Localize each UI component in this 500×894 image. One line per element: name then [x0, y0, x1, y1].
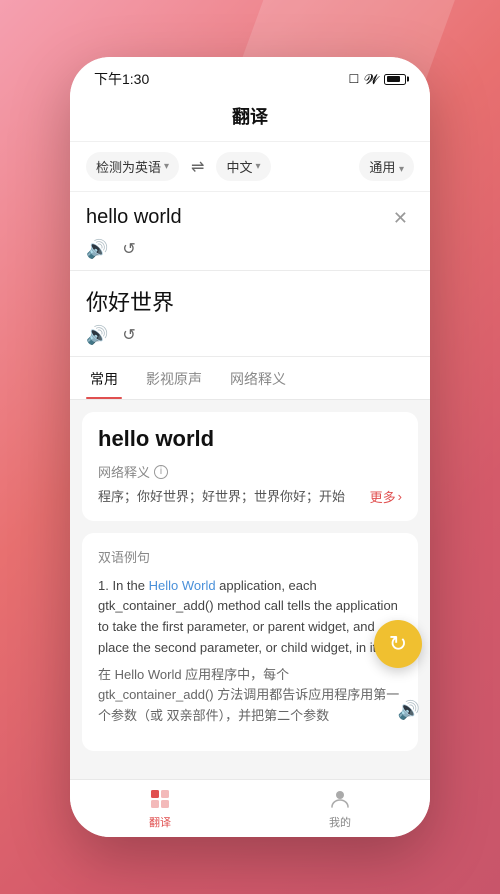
example-number: 1. [98, 578, 112, 593]
example-section: 双语例句 1. In the Hello World application, … [82, 533, 418, 752]
content-area[interactable]: hello world 网络释义 i 程序；你好世界；好世界；世界你好；开始 更… [70, 400, 430, 779]
phone-frame: 下午1:30 ☐ 𝓦 翻译 检测为英语 ▾ ⇌ 中文 ▾ 通 [70, 57, 430, 837]
nav-translate-label: 翻译 [149, 814, 171, 830]
copy-source-icon[interactable]: ↺ [122, 239, 135, 260]
tabs-bar: 常用 影视原声 网络释义 [70, 357, 430, 400]
location-icon: ☐ [349, 72, 360, 86]
chevron-down-icon: ▾ [164, 161, 169, 172]
chevron-right-icon: › [398, 489, 402, 504]
nav-my-label: 我的 [329, 814, 351, 830]
translate-icon [148, 787, 172, 811]
bottom-nav: 翻译 我的 [70, 779, 430, 837]
example-en-text: 1. In the Hello World application, each … [98, 576, 402, 659]
app-title: 翻译 [232, 107, 268, 127]
target-lang-button[interactable]: 中文 ▾ [216, 152, 270, 181]
swap-languages-icon[interactable]: ⇌ [187, 153, 208, 181]
refresh-fab-button[interactable]: ↻ [374, 620, 422, 668]
example-item: 1. In the Hello World application, each … [98, 576, 402, 728]
nav-my[interactable]: 我的 [250, 780, 430, 837]
definition-row: 程序；你好世界；好世界；世界你好；开始 更多 › [98, 487, 402, 507]
input-area: hello world ✕ 🔊 ↺ [70, 192, 430, 271]
language-bar: 检测为英语 ▾ ⇌ 中文 ▾ 通用 ▾ [70, 142, 430, 192]
info-icon[interactable]: i [154, 465, 168, 479]
word-definition-card: hello world 网络释义 i 程序；你好世界；好世界；世界你好；开始 更… [82, 412, 418, 521]
listen-source-icon[interactable]: 🔊 [86, 239, 108, 260]
chevron-down-icon: ▾ [255, 161, 260, 172]
mode-button[interactable]: 通用 ▾ [359, 152, 414, 181]
more-button[interactable]: 更多 › [370, 487, 402, 506]
refresh-icon: ↻ [389, 631, 407, 657]
example-en-highlight: Hello World [149, 578, 216, 593]
source-lang-button[interactable]: 检测为英语 ▾ [86, 152, 179, 181]
listen-output-icon[interactable]: 🔊 [86, 325, 108, 346]
clear-button[interactable]: ✕ [387, 206, 414, 231]
speaker-float-button[interactable]: 🔊 [398, 700, 420, 721]
copy-output-icon[interactable]: ↺ [122, 325, 135, 346]
definition-label: 网络释义 i [98, 462, 402, 481]
translated-text: 你好世界 [86, 290, 174, 315]
example-en-prefix: In the [112, 578, 148, 593]
status-time: 下午1:30 [94, 69, 149, 89]
output-area: 你好世界 🔊 ↺ [70, 271, 430, 357]
word-title: hello world [98, 426, 402, 452]
tab-web[interactable]: 网络释义 [226, 357, 290, 399]
status-icons: ☐ 𝓦 [349, 71, 406, 88]
example-section-label: 双语例句 [98, 547, 402, 566]
tab-movie[interactable]: 影视原声 [142, 357, 206, 399]
source-text[interactable]: hello world [86, 206, 387, 229]
my-icon [328, 787, 352, 811]
example-cn-text: 在 Hello World 应用程序中，每个 gtk_container_add… [98, 665, 402, 727]
battery-icon [384, 74, 406, 85]
status-bar: 下午1:30 ☐ 𝓦 [70, 57, 430, 95]
app-header: 翻译 [70, 95, 430, 142]
tab-common[interactable]: 常用 [86, 357, 122, 399]
nav-translate[interactable]: 翻译 [70, 780, 250, 837]
definition-text: 程序；你好世界；好世界；世界你好；开始 [98, 487, 370, 507]
wifi-icon: 𝓦 [364, 71, 379, 88]
